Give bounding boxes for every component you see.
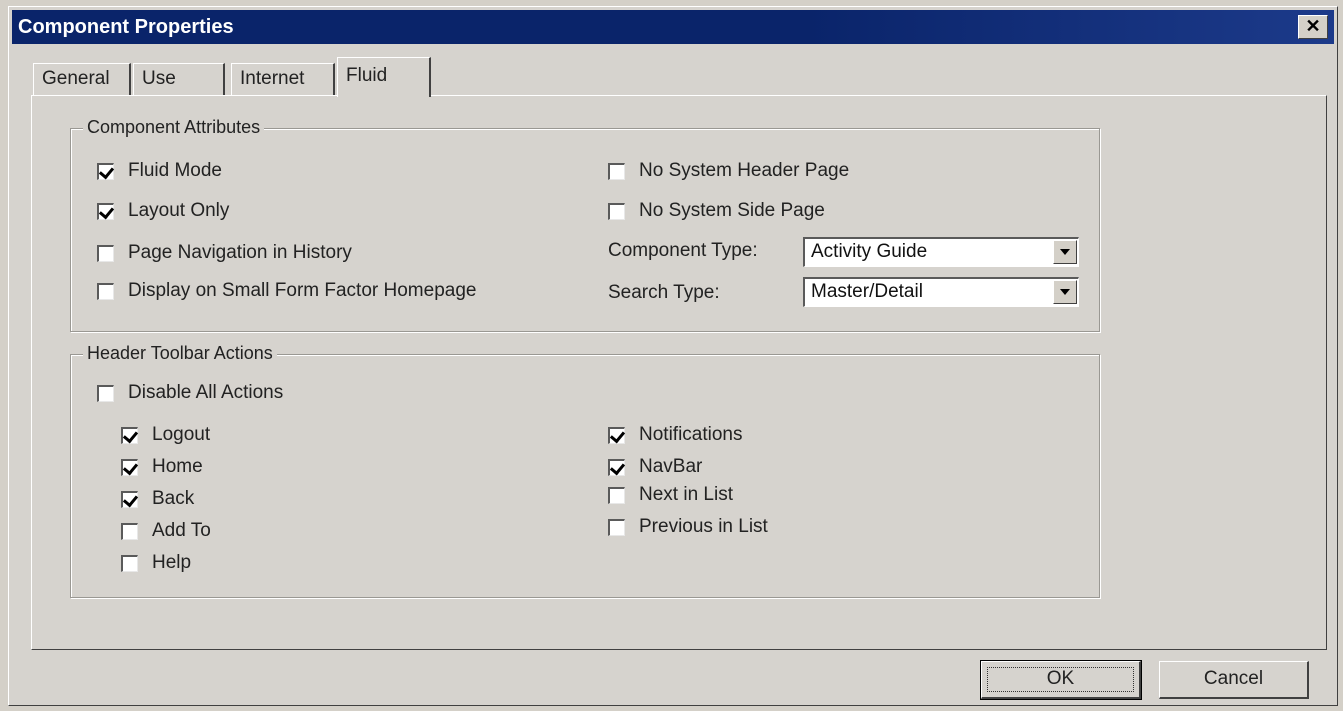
fluid-tab-panel: Component Attributes Fluid Mode Layout O… bbox=[31, 95, 1327, 650]
checkbox-box[interactable] bbox=[121, 522, 138, 540]
search-type-select[interactable]: Master/Detail bbox=[803, 277, 1079, 307]
cancel-button[interactable]: Cancel bbox=[1159, 661, 1309, 699]
checkbox-label: Logout bbox=[152, 424, 211, 445]
focus-rect bbox=[987, 667, 1134, 692]
tab-internet-label: Internet bbox=[240, 68, 305, 89]
checkbox-label: Disable All Actions bbox=[128, 382, 284, 403]
checkbox-label: Next in List bbox=[639, 484, 733, 505]
logout-checkbox[interactable]: Logout bbox=[121, 423, 210, 447]
checkbox-box[interactable] bbox=[97, 384, 114, 402]
page-navigation-history-checkbox[interactable]: Page Navigation in History bbox=[97, 241, 352, 265]
checkbox-box[interactable] bbox=[121, 554, 138, 572]
dropdown-arrow-icon[interactable] bbox=[1053, 280, 1077, 304]
notifications-checkbox[interactable]: Notifications bbox=[608, 423, 743, 447]
tab-fluid[interactable]: Fluid bbox=[337, 57, 431, 97]
close-icon: ✕ bbox=[1305, 16, 1321, 36]
checkbox-label: Previous in List bbox=[639, 516, 768, 537]
home-checkbox[interactable]: Home bbox=[121, 455, 203, 479]
tab-fluid-label: Fluid bbox=[346, 65, 388, 86]
checkbox-box[interactable] bbox=[97, 162, 114, 180]
checkbox-box[interactable] bbox=[121, 426, 138, 444]
checkbox-label: Add To bbox=[152, 520, 211, 541]
checkbox-box[interactable] bbox=[97, 282, 114, 300]
tab-internet[interactable]: Internet bbox=[231, 63, 335, 95]
tab-general[interactable]: General bbox=[33, 63, 131, 95]
header-toolbar-actions-title: Header Toolbar Actions bbox=[83, 343, 277, 364]
component-type-value: Activity Guide bbox=[811, 241, 928, 262]
checkbox-label: Home bbox=[152, 456, 203, 477]
checkbox-box[interactable] bbox=[121, 490, 138, 508]
component-attributes-title: Component Attributes bbox=[83, 117, 265, 138]
header-toolbar-actions-group: Header Toolbar Actions Disable All Actio… bbox=[70, 343, 1100, 598]
component-type-select[interactable]: Activity Guide bbox=[803, 237, 1079, 267]
back-checkbox[interactable]: Back bbox=[121, 487, 194, 511]
checkbox-box[interactable] bbox=[608, 162, 625, 180]
checkbox-label: Display on Small Form Factor Homepage bbox=[128, 280, 477, 301]
no-system-side-page-checkbox[interactable]: No System Side Page bbox=[608, 199, 825, 223]
disable-all-actions-checkbox[interactable]: Disable All Actions bbox=[97, 381, 283, 405]
checkbox-box[interactable] bbox=[97, 244, 114, 262]
help-checkbox[interactable]: Help bbox=[121, 551, 191, 575]
title-bar: Component Properties ✕ bbox=[12, 10, 1334, 44]
search-type-label: Search Type: bbox=[608, 282, 720, 303]
display-small-form-factor-checkbox[interactable]: Display on Small Form Factor Homepage bbox=[97, 279, 476, 303]
checkbox-box[interactable] bbox=[121, 458, 138, 476]
fluid-mode-checkbox[interactable]: Fluid Mode bbox=[97, 159, 222, 183]
layout-only-checkbox[interactable]: Layout Only bbox=[97, 199, 229, 223]
tab-use-label: Use bbox=[142, 68, 176, 89]
checkbox-label: NavBar bbox=[639, 456, 703, 477]
checkbox-box[interactable] bbox=[608, 458, 625, 476]
checkbox-box[interactable] bbox=[608, 486, 625, 504]
dialog-title: Component Properties bbox=[18, 16, 234, 38]
ok-button[interactable]: OK bbox=[980, 660, 1142, 700]
component-properties-dialog: Component Properties ✕ General Use Inter… bbox=[8, 6, 1338, 706]
checkbox-label: Layout Only bbox=[128, 200, 230, 221]
checkbox-label: No System Header Page bbox=[639, 160, 850, 181]
checkbox-label: Help bbox=[152, 552, 192, 573]
tab-use[interactable]: Use bbox=[133, 63, 225, 95]
next-in-list-checkbox[interactable]: Next in List bbox=[608, 483, 733, 507]
checkbox-box[interactable] bbox=[608, 426, 625, 444]
checkbox-label: Notifications bbox=[639, 424, 743, 445]
add-to-checkbox[interactable]: Add To bbox=[121, 519, 211, 543]
tab-general-label: General bbox=[42, 68, 110, 89]
previous-in-list-checkbox[interactable]: Previous in List bbox=[608, 515, 768, 539]
close-button[interactable]: ✕ bbox=[1298, 15, 1328, 39]
cancel-button-label: Cancel bbox=[1203, 668, 1264, 689]
checkbox-label: Fluid Mode bbox=[128, 160, 222, 181]
navbar-checkbox[interactable]: NavBar bbox=[608, 455, 702, 479]
component-attributes-group: Component Attributes Fluid Mode Layout O… bbox=[70, 117, 1100, 332]
search-type-value: Master/Detail bbox=[811, 281, 923, 302]
checkbox-box[interactable] bbox=[608, 518, 625, 536]
checkbox-label: Page Navigation in History bbox=[128, 242, 352, 263]
no-system-header-page-checkbox[interactable]: No System Header Page bbox=[608, 159, 849, 183]
dropdown-arrow-icon[interactable] bbox=[1053, 240, 1077, 264]
checkbox-label: No System Side Page bbox=[639, 200, 825, 221]
checkbox-box[interactable] bbox=[97, 202, 114, 220]
checkbox-box[interactable] bbox=[608, 202, 625, 220]
component-type-label: Component Type: bbox=[608, 240, 758, 261]
checkbox-label: Back bbox=[152, 488, 195, 509]
